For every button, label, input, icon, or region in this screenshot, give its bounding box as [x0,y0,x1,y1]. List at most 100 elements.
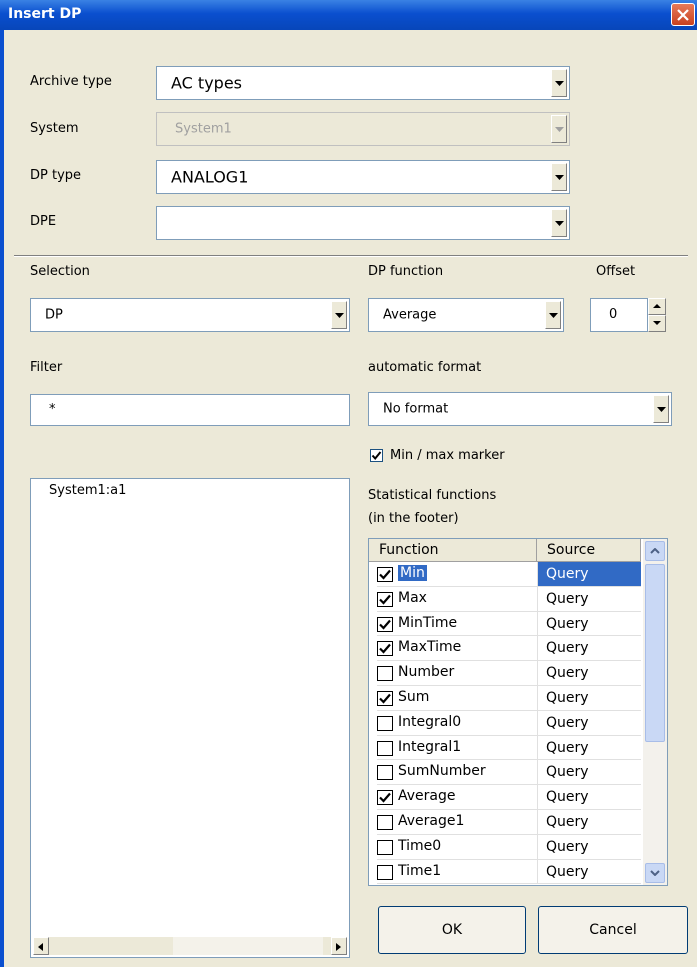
function-cell[interactable]: Number [377,661,537,686]
function-cell[interactable]: MaxTime [377,636,537,662]
source-cell[interactable]: Query [537,636,641,662]
table-row[interactable]: Number Query [369,661,641,686]
source-cell[interactable]: Query [537,760,641,786]
table-row[interactable]: SumNumber Query [369,760,641,786]
function-cell[interactable]: MinTime [377,612,537,637]
column-header-source[interactable]: Source [537,539,641,561]
table-row[interactable]: Integral0 Query [369,710,641,736]
function-cell[interactable]: Sum [377,686,537,711]
offset-label: Offset [596,264,636,279]
chevron-down-icon [555,221,564,226]
filter-input[interactable]: * [30,394,350,426]
source-cell[interactable]: Query [537,710,641,736]
function-checkbox[interactable] [377,641,393,657]
dp-listbox[interactable]: System1:a1 [30,478,350,958]
dp-function-label: DP function [368,264,444,279]
dp-function-dropdown-arrow[interactable] [545,301,561,329]
checkmark-icon [379,693,391,704]
archive-type-dropdown-arrow[interactable] [551,69,567,97]
function-checkbox[interactable] [377,591,393,607]
source-cell[interactable]: Query [537,661,641,686]
stat-functions-table[interactable]: Function Source Min Query Max Query MinTime Q… [368,538,668,886]
table-row[interactable]: Time1 Query [369,859,641,885]
ok-button[interactable]: OK [378,906,526,954]
table-row[interactable]: Average1 Query [369,810,641,835]
dpe-dropdown[interactable] [156,206,570,240]
function-name: Number [398,664,455,681]
table-row[interactable]: Sum Query [369,686,641,711]
dpe-dropdown-arrow[interactable] [551,209,567,237]
auto-format-dropdown[interactable]: No format [368,392,672,426]
dp-type-dropdown-arrow[interactable] [551,163,567,191]
source-cell[interactable]: Query [537,611,641,637]
source-cell[interactable]: Query [537,834,641,860]
dp-type-dropdown[interactable]: ANALOG1 [156,160,570,194]
function-checkbox[interactable] [377,790,393,806]
function-cell[interactable]: Average1 [377,810,537,835]
archive-type-dropdown[interactable]: AC types [156,66,570,100]
source-cell[interactable]: Query [537,859,641,885]
cancel-button[interactable]: Cancel [538,906,688,954]
chevron-up-icon [650,548,660,554]
auto-format-value: No format [383,401,449,417]
function-checkbox[interactable] [377,616,393,632]
source-cell[interactable]: Query [537,785,641,810]
table-row[interactable]: Min Query [369,562,641,587]
function-cell[interactable]: Time0 [377,835,537,860]
selection-dropdown-arrow[interactable] [331,301,347,329]
function-checkbox[interactable] [377,567,393,582]
scroll-right-button[interactable] [331,937,347,955]
vertical-scrollbar[interactable] [643,539,667,885]
function-cell[interactable]: Max [377,587,537,612]
scroll-left-button[interactable] [33,937,49,955]
function-cell[interactable]: Integral1 [377,736,537,761]
table-row[interactable]: MaxTime Query [369,636,641,662]
function-checkbox[interactable] [377,864,393,880]
table-row[interactable]: Integral1 Query [369,735,641,761]
offset-input[interactable]: 0 [590,298,648,332]
selection-label: Selection [30,264,90,279]
close-icon [677,9,689,21]
offset-value: 0 [609,307,618,322]
function-checkbox[interactable] [377,715,393,731]
function-cell[interactable]: Time1 [377,860,537,885]
function-checkbox[interactable] [377,839,393,855]
offset-spinner[interactable]: 0 [590,298,676,332]
close-button[interactable] [671,3,695,26]
function-name: MinTime [398,614,458,631]
table-row[interactable]: Time0 Query [369,834,641,860]
table-row[interactable]: Max Query [369,586,641,612]
scroll-down-button[interactable] [645,863,665,883]
source-cell[interactable]: Query [537,810,641,835]
vertical-scroll-thumb[interactable] [645,564,665,742]
function-cell[interactable]: Min [377,562,537,587]
function-cell[interactable]: SumNumber [377,760,537,786]
function-cell[interactable]: Average [377,785,537,810]
offset-decrement-button[interactable] [648,315,666,332]
selection-dropdown[interactable]: DP [30,298,350,332]
source-cell[interactable]: Query [537,686,641,711]
chevron-down-icon [650,870,660,876]
source-cell[interactable]: Query [537,586,641,612]
stat-functions-sublabel: (in the footer) [368,511,459,526]
function-checkbox[interactable] [377,691,393,706]
min-max-marker-checkbox[interactable] [370,449,383,462]
horizontal-scroll-track[interactable] [173,937,323,955]
column-header-function[interactable]: Function [369,539,537,561]
list-item[interactable]: System1:a1 [49,483,126,498]
function-checkbox[interactable] [377,765,393,781]
table-row[interactable]: MinTime Query [369,611,641,637]
source-cell[interactable]: Query [537,735,641,761]
function-checkbox[interactable] [377,815,393,830]
dp-function-dropdown[interactable]: Average [368,298,564,332]
offset-increment-button[interactable] [648,298,666,315]
scroll-up-button[interactable] [645,541,665,561]
function-name: Sum [398,689,430,705]
horizontal-scrollbar[interactable] [33,937,347,955]
auto-format-dropdown-arrow[interactable] [653,395,669,423]
function-cell[interactable]: Integral0 [377,711,537,736]
function-checkbox[interactable] [377,666,393,682]
source-cell[interactable]: Query [537,562,641,587]
table-row[interactable]: Average Query [369,785,641,810]
function-checkbox[interactable] [377,740,393,756]
